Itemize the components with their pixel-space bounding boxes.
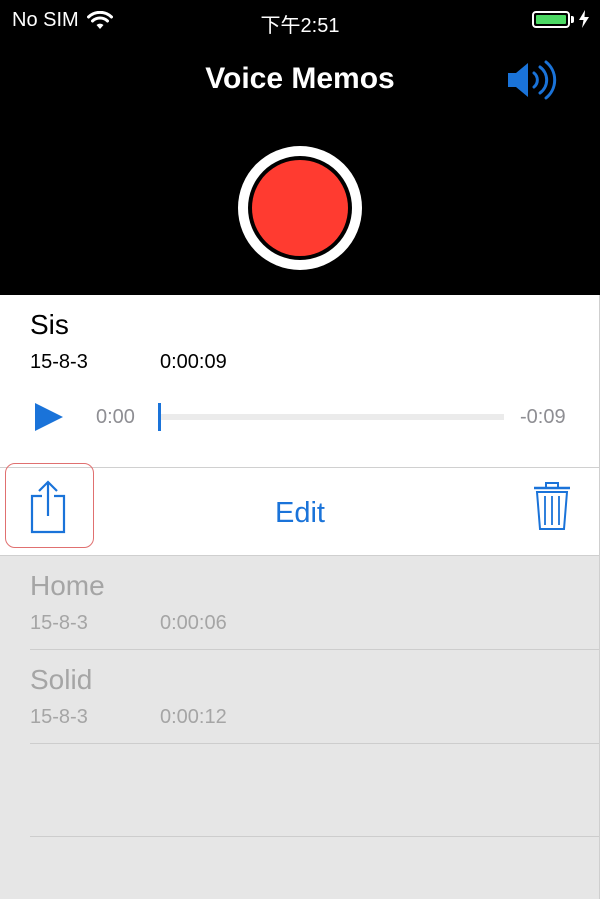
record-icon bbox=[252, 160, 348, 256]
selected-memo-panel: Sis 15-8-3 0:00:09 0:00 -0:09 Edit bbox=[0, 295, 600, 555]
recorder-header: No SIM 下午2:51 Voice Memos bbox=[0, 0, 600, 295]
memo-title: Sis bbox=[30, 309, 69, 340]
battery-indicator bbox=[532, 10, 590, 28]
memo-name: Solid bbox=[30, 664, 93, 695]
status-time: 下午2:51 bbox=[260, 15, 340, 37]
charging-bolt-icon bbox=[579, 10, 589, 28]
battery-fill bbox=[536, 14, 566, 24]
memo-date: 15-8-3 bbox=[30, 706, 88, 728]
speaker-icon[interactable] bbox=[506, 60, 560, 100]
memo-date: 15-8-3 bbox=[30, 612, 88, 634]
row-divider bbox=[30, 743, 600, 744]
scrubber-handle[interactable] bbox=[158, 403, 161, 431]
battery-cap bbox=[571, 15, 574, 23]
share-icon[interactable] bbox=[28, 480, 68, 534]
memo-date: 15-8-3 bbox=[30, 351, 88, 373]
battery-icon bbox=[532, 10, 570, 28]
scrubber-track bbox=[158, 414, 504, 420]
edit-button[interactable]: Edit bbox=[250, 497, 350, 530]
trash-icon[interactable] bbox=[532, 481, 572, 531]
playback-scrubber[interactable] bbox=[158, 403, 504, 431]
memo-duration: 0:00:06 bbox=[160, 612, 227, 634]
elapsed-time: 0:00 bbox=[96, 406, 135, 428]
record-button[interactable] bbox=[238, 146, 362, 270]
list-item[interactable]: Home 15-8-3 0:00:06 bbox=[0, 556, 600, 649]
play-icon[interactable] bbox=[33, 401, 65, 433]
memo-duration: 0:00:12 bbox=[160, 706, 227, 728]
list-item[interactable]: Solid 15-8-3 0:00:12 bbox=[0, 650, 600, 743]
record-button-ring bbox=[248, 156, 352, 260]
memo-name: Home bbox=[30, 570, 105, 601]
memo-list: Home 15-8-3 0:00:06 Solid 15-8-3 0:00:12 bbox=[0, 555, 600, 899]
row-divider bbox=[30, 836, 600, 837]
memo-duration: 0:00:09 bbox=[160, 351, 227, 373]
remaining-time: -0:09 bbox=[520, 406, 566, 428]
voice-memos-screen: No SIM 下午2:51 Voice Memos Sis 15-8-3 0:0… bbox=[0, 0, 600, 899]
